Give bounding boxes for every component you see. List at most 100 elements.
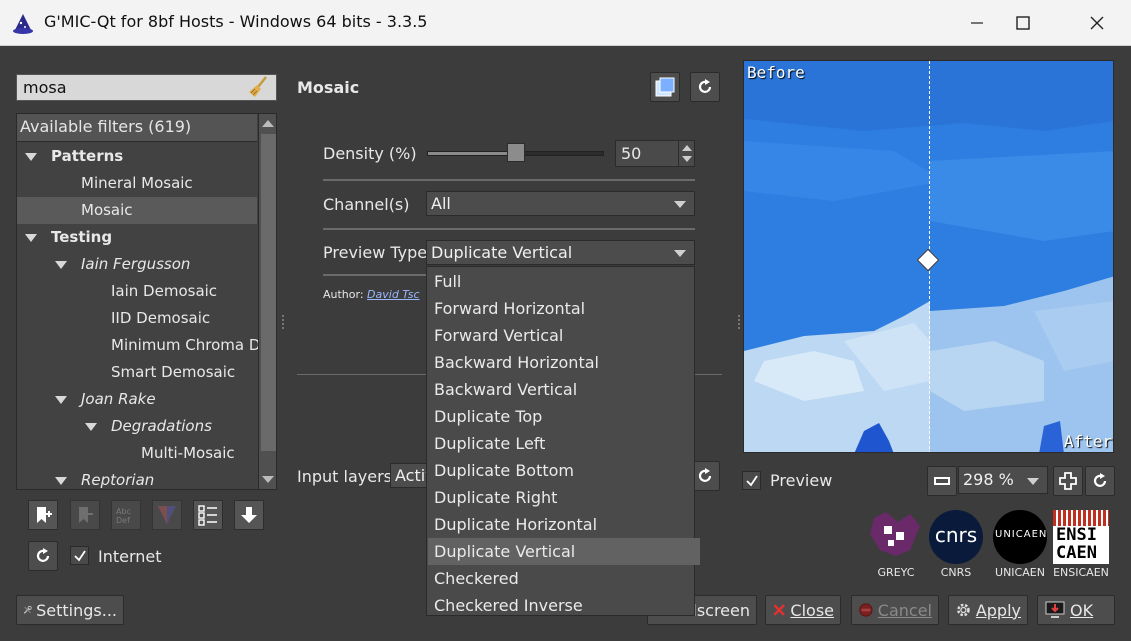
internet-checkbox[interactable] xyxy=(70,546,89,565)
preview-type-combo[interactable]: Duplicate Vertical xyxy=(426,240,695,265)
tree-item[interactable]: Multi-Mosaic xyxy=(17,440,257,467)
zoom-value: 298 % xyxy=(963,470,1014,489)
apply-label: Apply xyxy=(975,600,1021,620)
expand-arrow-icon[interactable] xyxy=(55,261,67,269)
visibility-button[interactable] xyxy=(152,500,182,530)
expand-arrow-icon[interactable] xyxy=(55,477,67,485)
dropdown-option[interactable]: Forward Vertical xyxy=(428,322,700,349)
author-link[interactable]: David Tsc xyxy=(367,288,419,301)
tree-item[interactable]: Mosaic xyxy=(17,197,257,224)
dropdown-option[interactable]: Checkered Inverse xyxy=(428,592,700,619)
dropdown-option[interactable]: Full xyxy=(428,268,700,295)
dropdown-option[interactable]: Checkered xyxy=(428,565,700,592)
density-spinbox[interactable]: 50 xyxy=(615,140,695,167)
tree-scrollbar[interactable] xyxy=(258,114,276,489)
update-filters-button[interactable] xyxy=(28,541,58,571)
dropdown-option[interactable]: Backward Horizontal xyxy=(428,349,700,376)
close-button[interactable]: Close xyxy=(765,595,841,625)
refresh-icon xyxy=(1093,473,1107,487)
channels-label: Channel(s) xyxy=(323,195,410,214)
unicaen-caption: UNICAEN xyxy=(995,566,1045,579)
window-title: G'MIC-Qt for 8bf Hosts - Windows 64 bits… xyxy=(44,12,428,31)
dropdown-option[interactable]: Duplicate Right xyxy=(428,484,700,511)
tree-item[interactable]: Smart Demosaic xyxy=(17,359,257,386)
tree-item[interactable]: Testing xyxy=(17,224,257,251)
scroll-down-arrow-icon[interactable] xyxy=(262,476,274,483)
dropdown-option[interactable]: Duplicate Top xyxy=(428,403,700,430)
tree-item[interactable]: IID Demosaic xyxy=(17,305,257,332)
close-window-button[interactable] xyxy=(1074,0,1120,46)
tree-item[interactable]: Reptorian xyxy=(17,467,257,489)
reset-zoom-button[interactable] xyxy=(1085,466,1115,496)
spin-arrows[interactable] xyxy=(678,141,694,166)
cancel-button[interactable]: Cancel xyxy=(851,595,939,625)
zoom-out-button[interactable] xyxy=(927,466,957,496)
checkmark-icon xyxy=(73,550,86,561)
tree-item-label: Degradations xyxy=(111,417,212,435)
tree-item[interactable]: Iain Fergusson xyxy=(17,251,257,278)
window-layout-icon xyxy=(655,77,675,97)
zoom-combo[interactable]: 298 % xyxy=(958,466,1048,494)
monitor-download-icon xyxy=(1045,601,1065,618)
tree-item[interactable]: Patterns xyxy=(17,143,257,170)
expand-arrow-icon[interactable] xyxy=(25,234,37,242)
tools-icon xyxy=(23,605,32,614)
filter-search-input[interactable]: mosa xyxy=(16,74,277,101)
scroll-up-arrow-icon[interactable] xyxy=(262,120,274,127)
dropdown-option[interactable]: Duplicate Horizontal xyxy=(428,511,700,538)
tree-item[interactable]: Mineral Mosaic xyxy=(17,170,257,197)
tree-item-label: Patterns xyxy=(51,147,124,165)
red-x-icon xyxy=(773,604,785,616)
greyc-logo-icon xyxy=(870,512,920,556)
tree-item-label: Mineral Mosaic xyxy=(81,174,193,192)
add-favorite-button[interactable] xyxy=(28,500,58,530)
dropdown-option[interactable]: Duplicate Left xyxy=(428,430,700,457)
clear-search-broom-icon[interactable] xyxy=(246,75,270,99)
tree-item-label: Smart Demosaic xyxy=(111,363,236,381)
dropdown-option[interactable]: Duplicate Bottom xyxy=(428,457,700,484)
expand-arrow-icon[interactable] xyxy=(25,153,37,161)
ok-button[interactable]: OK xyxy=(1037,595,1115,625)
chevron-down-icon xyxy=(1027,478,1039,485)
scrollbar-thumb[interactable] xyxy=(261,134,276,451)
reset-parameters-button[interactable] xyxy=(690,72,720,102)
dropdown-option[interactable]: Forward Horizontal xyxy=(428,295,700,322)
cnrs-logo-text: cnrs xyxy=(934,523,978,547)
stop-icon xyxy=(859,603,873,617)
right-splitter-handle[interactable] xyxy=(738,315,740,329)
ensicaen-caption: ENSICAEN xyxy=(1053,566,1109,579)
tree-item[interactable]: Minimum Chroma De xyxy=(17,332,270,359)
channels-combo[interactable]: All xyxy=(426,191,695,216)
rename-favorite-button[interactable]: Abc Def xyxy=(111,500,141,530)
tree-item-label: Reptorian xyxy=(81,471,155,489)
tree-item[interactable]: Iain Demosaic xyxy=(17,278,257,305)
tree-item-label: Testing xyxy=(51,228,113,246)
tree-item[interactable]: Degradations xyxy=(17,413,257,440)
zoom-in-button[interactable] xyxy=(1053,466,1083,496)
minimize-button[interactable] xyxy=(954,0,1000,46)
dropdown-option[interactable]: Duplicate Vertical xyxy=(428,538,700,565)
maximize-button[interactable] xyxy=(1000,0,1046,46)
maximize-icon xyxy=(1016,16,1030,30)
gear-icon xyxy=(957,603,970,617)
density-slider-handle[interactable] xyxy=(506,143,525,162)
spin-up-icon[interactable] xyxy=(682,145,692,151)
dropdown-option[interactable]: Backward Vertical xyxy=(428,376,700,403)
settings-button[interactable]: Settings... xyxy=(16,595,124,625)
expand-arrow-icon[interactable] xyxy=(85,423,97,431)
greyc-logo xyxy=(866,510,926,562)
select-filters-button[interactable] xyxy=(193,500,223,530)
expand-all-button[interactable] xyxy=(234,500,264,530)
preview-canvas[interactable]: Before After xyxy=(743,60,1114,453)
left-splitter-handle[interactable] xyxy=(282,315,284,329)
toggle-fullscreen-preview-button[interactable] xyxy=(650,72,680,102)
remove-favorite-button[interactable] xyxy=(70,500,100,530)
spin-down-icon[interactable] xyxy=(682,156,692,162)
cnrs-logo: cnrs xyxy=(929,510,983,564)
tree-item[interactable]: Joan Rake xyxy=(17,386,257,413)
expand-arrow-icon[interactable] xyxy=(55,396,67,404)
separator xyxy=(323,228,695,230)
chevron-down-icon xyxy=(674,201,686,208)
preview-checkbox[interactable] xyxy=(742,471,761,490)
apply-button[interactable]: Apply xyxy=(948,595,1028,625)
